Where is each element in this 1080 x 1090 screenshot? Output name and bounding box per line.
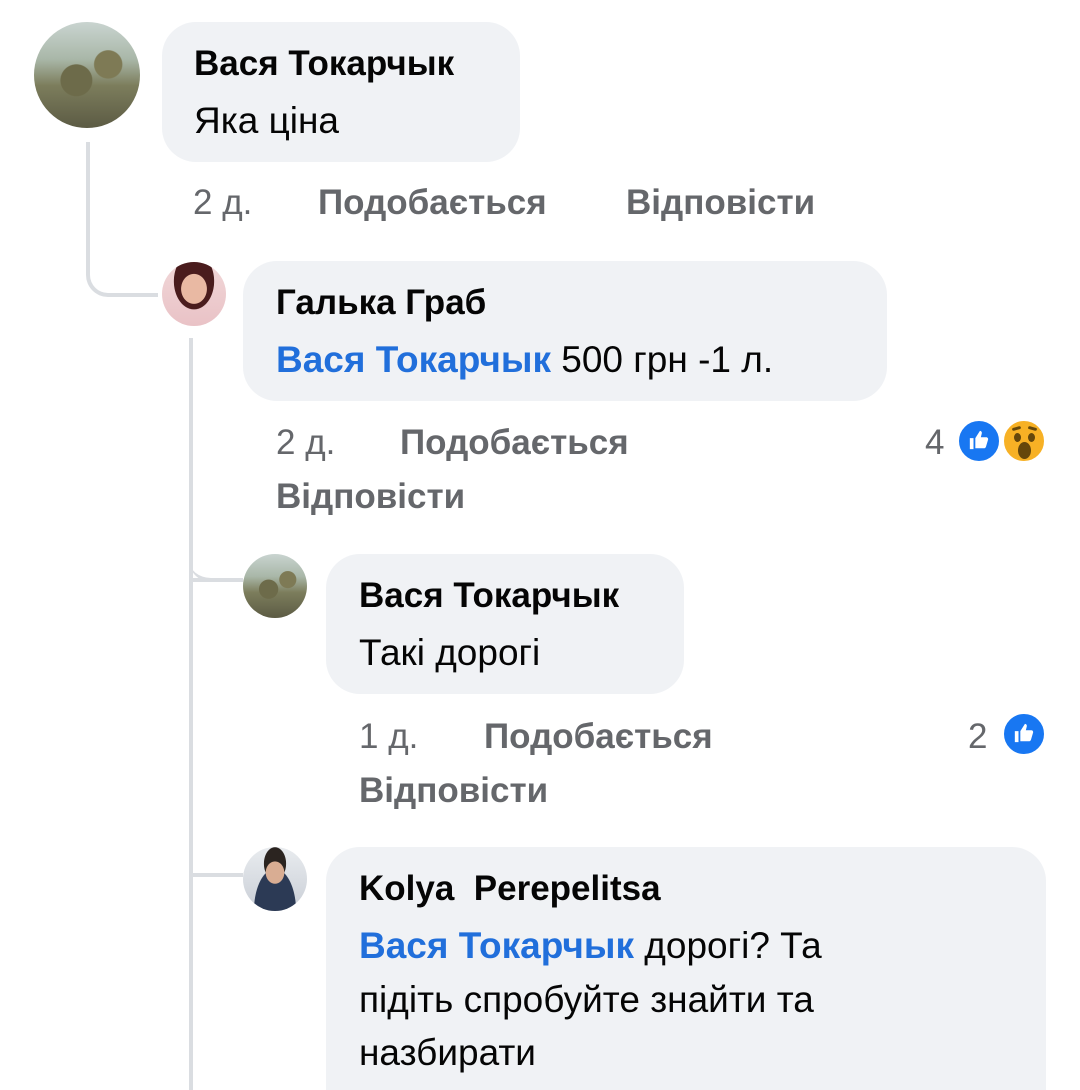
comment-text-line: дорогі? Та bbox=[634, 925, 822, 966]
avatar[interactable] bbox=[34, 22, 140, 128]
comment-text: Вася Токарчык 500 грн -1 л. bbox=[276, 334, 773, 386]
comment-text-line: підіть спробуйте знайти та bbox=[359, 979, 814, 1020]
mention-link[interactable]: Вася Токарчык bbox=[359, 925, 634, 966]
thread-connector bbox=[193, 873, 243, 877]
comment-text-content: 500 грн -1 л. bbox=[551, 339, 774, 380]
like-button[interactable]: Подобається bbox=[318, 183, 547, 223]
comment-bubble: Галька Граб Вася Токарчык 500 грн -1 л. bbox=[243, 261, 887, 401]
reaction-count[interactable]: 4 bbox=[925, 423, 944, 463]
comment-text: Такі дорогі bbox=[359, 632, 541, 673]
comment-time[interactable]: 2 д. bbox=[276, 423, 335, 463]
like-icon bbox=[956, 418, 1002, 464]
wow-icon bbox=[1001, 418, 1047, 464]
comment-bubble: Вася Токарчык Такі дорогі bbox=[326, 554, 684, 694]
thread-connector bbox=[189, 520, 243, 582]
thread-connector bbox=[86, 142, 158, 297]
thread-line bbox=[189, 338, 193, 1090]
comment-text: Яка ціна bbox=[194, 100, 340, 141]
like-button[interactable]: Подобається bbox=[484, 717, 713, 757]
thread-connector bbox=[193, 578, 243, 582]
comment-bubble: Kolya Perepelitsa Вася Токарчык дорогі? … bbox=[326, 847, 1046, 1090]
avatar[interactable] bbox=[162, 262, 226, 326]
avatar[interactable] bbox=[243, 847, 307, 911]
mention-link[interactable]: Вася Токарчык bbox=[276, 339, 551, 380]
reaction-count[interactable]: 2 bbox=[968, 717, 987, 757]
reply-button[interactable]: Відповісти bbox=[359, 771, 548, 811]
avatar[interactable] bbox=[243, 554, 307, 618]
comment-author[interactable]: Вася Токарчык bbox=[359, 576, 619, 616]
comment-text: Вася Токарчык дорогі? Та bbox=[359, 920, 822, 972]
reply-button[interactable]: Відповісти bbox=[626, 183, 815, 223]
like-button[interactable]: Подобається bbox=[400, 423, 629, 463]
comment-bubble: Вася Токарчык Яка ціна bbox=[162, 22, 520, 162]
comment-time[interactable]: 2 д. bbox=[193, 183, 252, 223]
comment-time[interactable]: 1 д. bbox=[359, 717, 418, 757]
comment-text-line: назбирати bbox=[359, 1032, 536, 1073]
comment-author[interactable]: Вася Токарчык bbox=[194, 44, 454, 84]
comment-author[interactable]: Kolya Perepelitsa bbox=[359, 869, 661, 909]
like-icon bbox=[1001, 711, 1047, 757]
comment-author[interactable]: Галька Граб bbox=[276, 283, 486, 323]
reply-button[interactable]: Відповісти bbox=[276, 477, 465, 517]
